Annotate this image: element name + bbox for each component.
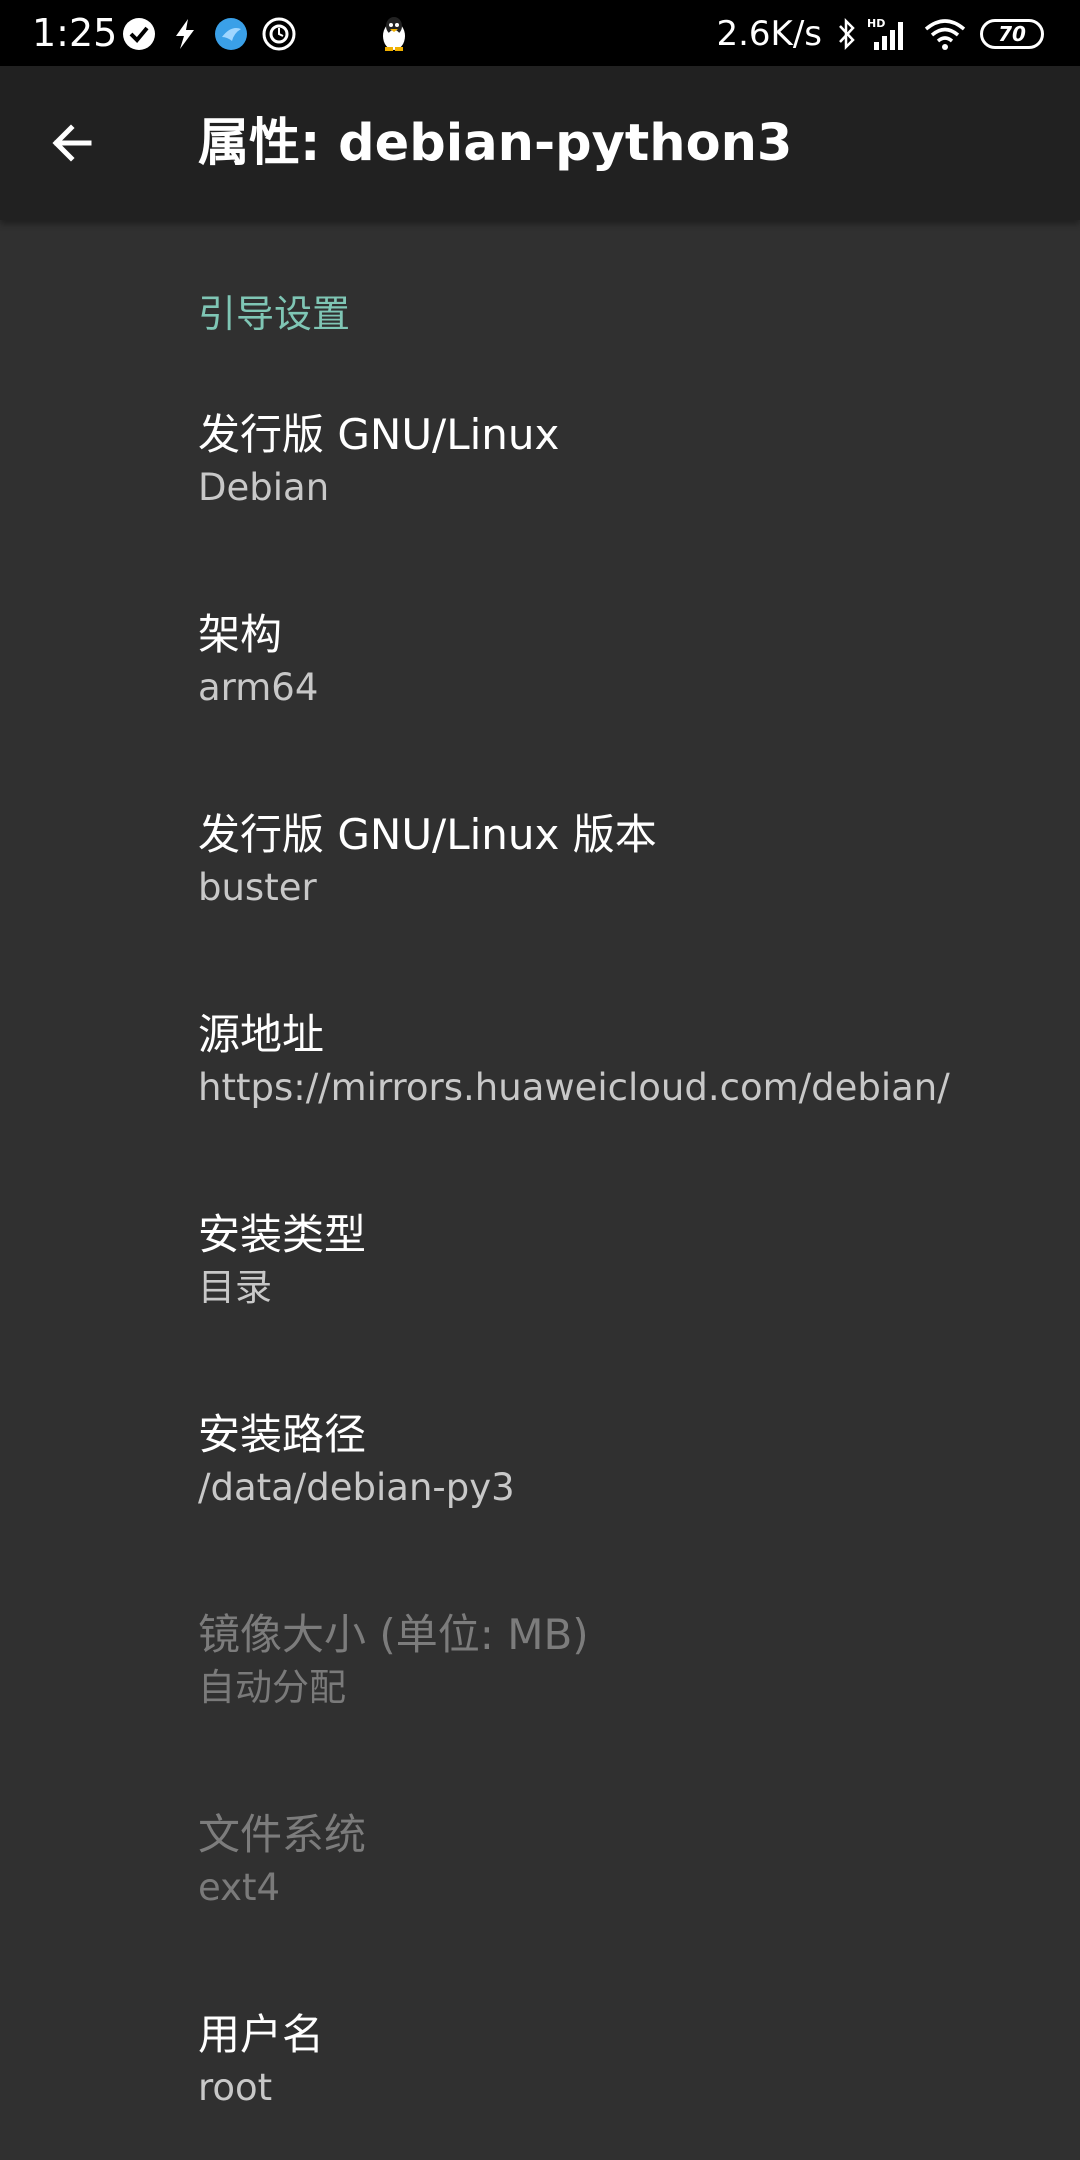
back-button[interactable] bbox=[40, 110, 106, 176]
pref-title: 用户名 bbox=[198, 2010, 325, 2059]
battery-level: 70 bbox=[998, 22, 1026, 46]
pref-title: 源地址 bbox=[198, 1010, 325, 1059]
pref-title: 安装类型 bbox=[198, 1210, 367, 1259]
status-time: 1:25 bbox=[32, 11, 118, 55]
section-header-boot-settings: 引导设置 bbox=[198, 292, 351, 336]
pref-title: 镜像大小 (单位: MB) bbox=[198, 1610, 589, 1659]
wifi-icon bbox=[924, 17, 966, 51]
lightning-icon bbox=[170, 17, 200, 51]
status-bar: 1:25 2.6K/s HD 70 bbox=[0, 0, 1080, 66]
pref-summary: https://mirrors.huaweicloud.com/debian/ bbox=[198, 1066, 950, 1109]
clock-app-icon bbox=[262, 17, 296, 51]
pref-summary: /data/debian-py3 bbox=[198, 1466, 515, 1509]
bluetooth-icon bbox=[836, 17, 858, 51]
pref-summary: buster bbox=[198, 866, 317, 909]
app-bar: 属性: debian-python3 bbox=[0, 66, 1080, 220]
arrow-back-icon bbox=[52, 124, 92, 162]
pref-summary: arm64 bbox=[198, 666, 319, 709]
pref-install-path[interactable]: 安装路径 /data/debian-py3 bbox=[0, 1407, 1080, 1607]
penguin-icon bbox=[380, 16, 408, 52]
pref-summary: root bbox=[198, 2066, 273, 2109]
cellular-signal-icon: HD bbox=[866, 16, 910, 52]
pref-username[interactable]: 用户名 root bbox=[0, 2007, 1080, 2157]
pref-title: 发行版 GNU/Linux bbox=[198, 410, 560, 459]
pref-summary: 自动分配 bbox=[198, 1666, 346, 1709]
pref-filesystem: 文件系统 ext4 bbox=[0, 1807, 1080, 2007]
pref-title: 文件系统 bbox=[198, 1810, 367, 1859]
network-type-label: HD bbox=[867, 17, 885, 30]
check-circle-icon bbox=[122, 17, 156, 51]
network-speed: 2.6K/s bbox=[716, 14, 822, 54]
bird-app-icon bbox=[214, 17, 248, 51]
status-notification-icons bbox=[122, 16, 422, 52]
battery-icon: 70 bbox=[980, 19, 1044, 49]
pref-distribution[interactable]: 发行版 GNU/Linux Debian bbox=[0, 407, 1080, 607]
pref-title: 发行版 GNU/Linux 版本 bbox=[198, 810, 657, 859]
pref-title: 安装路径 bbox=[198, 1410, 367, 1459]
status-system-icons: 2.6K/s HD 70 bbox=[716, 12, 1044, 56]
pref-distribution-version[interactable]: 发行版 GNU/Linux 版本 buster bbox=[0, 807, 1080, 1007]
pref-install-type[interactable]: 安装类型 目录 bbox=[0, 1207, 1080, 1407]
pref-source-url[interactable]: 源地址 https://mirrors.huaweicloud.com/debi… bbox=[0, 1007, 1080, 1207]
pref-architecture[interactable]: 架构 arm64 bbox=[0, 607, 1080, 807]
pref-title: 架构 bbox=[198, 610, 283, 659]
pref-summary: 目录 bbox=[198, 1266, 272, 1309]
page-title: 属性: debian-python3 bbox=[198, 114, 793, 173]
pref-summary: ext4 bbox=[198, 1866, 281, 1909]
pref-image-size: 镜像大小 (单位: MB) 自动分配 bbox=[0, 1607, 1080, 1807]
pref-summary: Debian bbox=[198, 466, 330, 509]
